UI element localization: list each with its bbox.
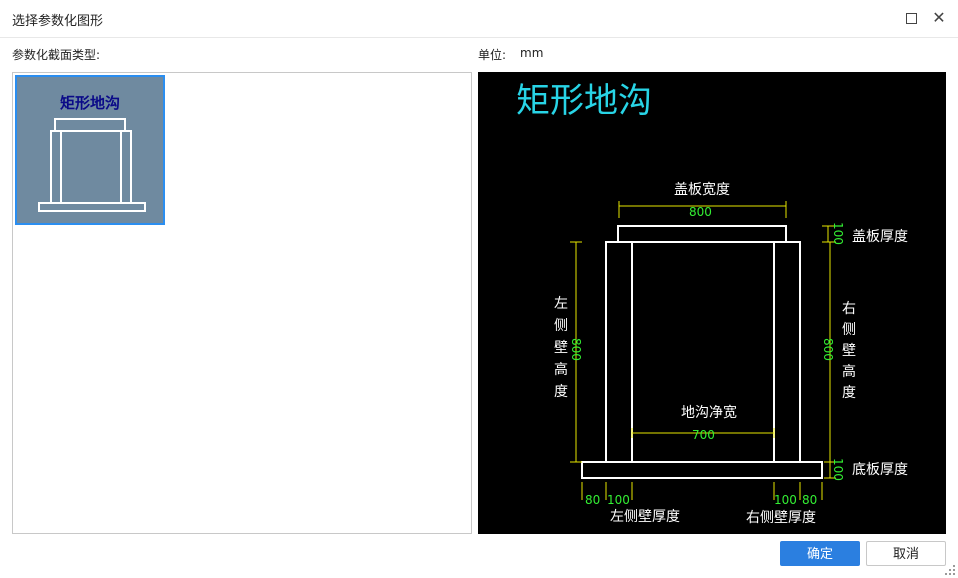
maximize-button[interactable] (902, 9, 920, 27)
dim-cover-width: 800 (689, 205, 712, 219)
dim-left-wall-height: 800 (569, 338, 583, 361)
shape-preview: 矩形地沟 盖板宽度 盖板厚度 地沟净宽 底板厚度 左侧壁厚度 右侧壁厚度 左 侧… (478, 72, 946, 534)
label-left-wall-thickness: 左侧壁厚度 (610, 509, 680, 525)
label-left-wall-char-2: 侧 (554, 318, 568, 334)
shape-type-list: 矩形地沟 (12, 72, 472, 534)
maximize-icon (905, 13, 917, 24)
rect-trench-thumbnail-icon (38, 118, 146, 212)
label-right-wall-char-4: 高 (842, 363, 856, 380)
unit-value: mm (520, 46, 544, 60)
left-wall (605, 241, 633, 463)
label-bottom-thickness: 底板厚度 (852, 462, 908, 478)
label-left-wall-char-5: 度 (554, 384, 568, 400)
label-left-wall-char-4: 高 (554, 361, 568, 378)
dim-right-wall-height: 800 (821, 338, 835, 361)
bottom-plate (581, 461, 823, 479)
dim-left-offset-a: 80 (585, 493, 600, 507)
dialog-title: 选择参数化图形 (12, 14, 104, 29)
label-right-wall-char-5: 度 (842, 385, 856, 401)
dim-cover-thickness: 100 (831, 222, 845, 245)
label-right-wall-char-1: 右 (842, 301, 856, 317)
ok-button[interactable]: 确定 (780, 541, 860, 566)
cover-plate (617, 225, 787, 243)
preview-heading: 矩形地沟 (516, 81, 652, 121)
resize-grip-icon[interactable] (944, 564, 956, 576)
label-left-wall-char-1: 左 (554, 296, 568, 312)
close-icon: ✕ (932, 8, 946, 27)
shape-thumbnail-rect-trench[interactable]: 矩形地沟 (15, 75, 165, 225)
label-left-wall-char-3: 壁 (554, 340, 568, 356)
right-wall (773, 241, 801, 463)
cancel-button[interactable]: 取消 (866, 541, 946, 566)
label-right-wall-thickness: 右侧壁厚度 (746, 510, 816, 526)
close-button[interactable]: ✕ (930, 9, 948, 27)
dim-right-offset-b: 80 (802, 493, 817, 507)
label-net-width: 地沟净宽 (681, 404, 737, 421)
dim-bottom-thickness: 100 (831, 458, 845, 481)
label-right-wall-char-3: 壁 (842, 343, 856, 359)
dim-net-width: 700 (692, 428, 715, 442)
label-right-wall-char-2: 侧 (842, 322, 856, 338)
unit-label: 单位: (478, 48, 507, 62)
dim-right-offset-a: 100 (774, 493, 797, 507)
label-cover-thickness: 盖板厚度 (852, 229, 908, 245)
title-bar: 选择参数化图形 ✕ (0, 0, 958, 38)
label-cover-width: 盖板宽度 (674, 181, 730, 198)
dim-left-offset-b: 100 (607, 493, 630, 507)
section-type-label: 参数化截面类型: (12, 48, 101, 62)
preview-canvas: 矩形地沟 盖板宽度 盖板厚度 地沟净宽 底板厚度 左侧壁厚度 右侧壁厚度 左 侧… (516, 81, 908, 526)
